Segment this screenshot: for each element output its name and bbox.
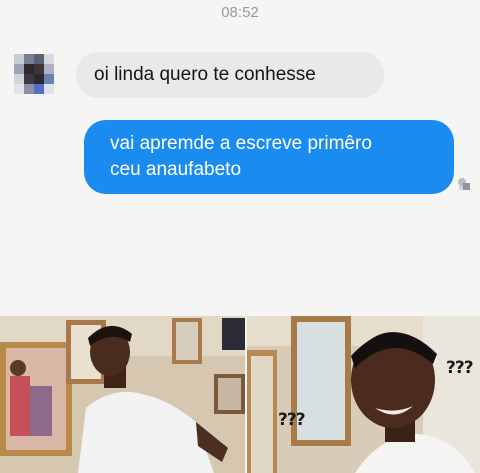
meme-panel-left [0,316,245,473]
meme-caption-right: ??? [446,358,474,378]
incoming-message-bubble[interactable]: oi linda quero te conhesse [76,52,384,98]
outgoing-message-line-1: vai apremde a escreve primêro [110,133,372,154]
blurred-avatar-icon[interactable] [14,54,54,94]
read-receipt-icon [456,176,472,192]
reaction-meme-image: ??? ??? [0,316,480,473]
meme-caption-left: ??? [278,410,306,430]
message-timestamp: 08:52 [221,4,259,21]
outgoing-message-line-2: ceu anaufabeto [110,159,242,180]
chat-area: 08:52 oi linda quero te conhesse vai apr… [0,0,480,316]
outgoing-message-bubble[interactable]: vai apremde a escreve primêro ceu anaufa… [84,120,454,194]
incoming-message-text: oi linda quero te conhesse [94,64,316,85]
meme-panel-right [247,316,480,473]
